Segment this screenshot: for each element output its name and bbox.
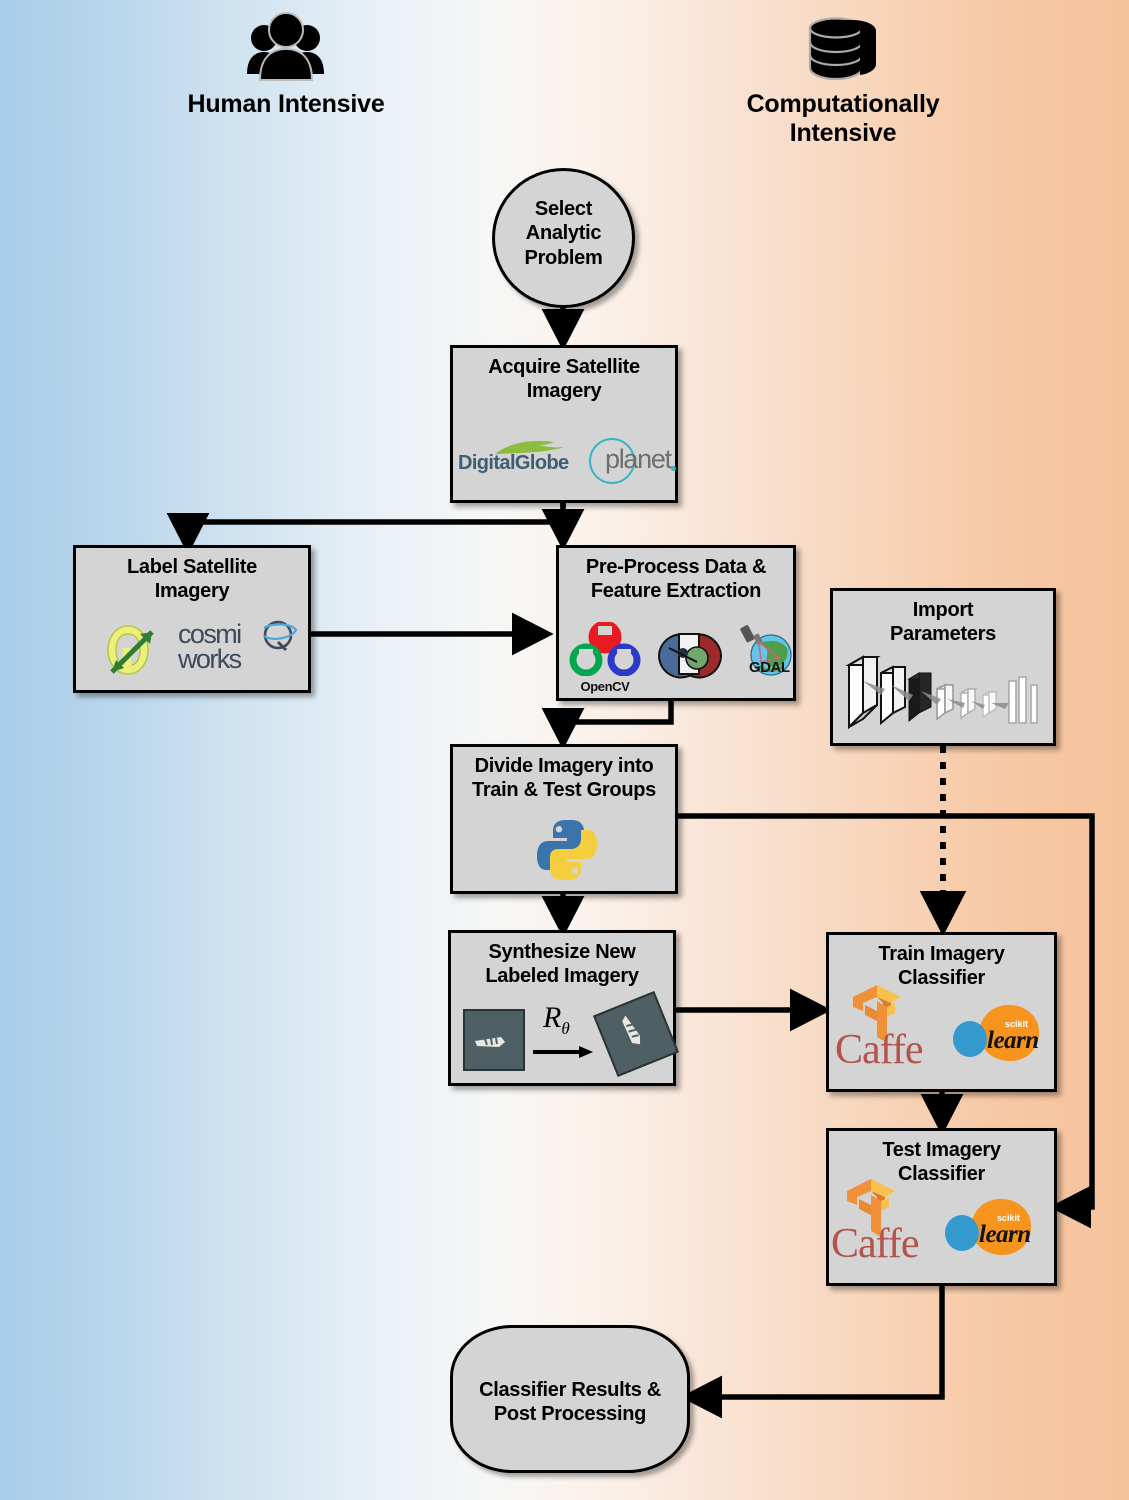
scikit-image-mark-icon [657, 633, 723, 679]
digitalglobe-swoosh-icon [495, 440, 564, 454]
planet-wordmark: planet [605, 444, 672, 474]
rotated-image-chip [593, 991, 679, 1077]
gdal-logo: GDAL [735, 622, 797, 683]
learn-word: learn [979, 1221, 1031, 1248]
transform-arrow-icon [533, 1046, 593, 1058]
node-train-imagery-classifier[interactable]: Train Imagery Classifier Caffe scikit le… [826, 932, 1057, 1092]
scikit-learn-logo: scikit learn [941, 1199, 1047, 1261]
node-acquire-satellite-imagery[interactable]: Acquire Satellite Imagery DigitalGlobe p… [450, 345, 678, 503]
rotation-operator-label: Rθ [543, 1001, 570, 1038]
header-right-label-line2: Intensive [789, 119, 897, 147]
edge-preprocess-to-divide [541, 701, 674, 750]
header-left-label: Human Intensive [187, 90, 385, 118]
opencv-logo: OpenCV [569, 620, 641, 694]
node-title-line1: Acquire Satellite [488, 356, 640, 378]
node-title-line1: Select [534, 198, 593, 220]
source-image-chip [463, 1009, 525, 1071]
node-title-line2: Feature Extraction [590, 580, 762, 603]
node-select-analytic-problem[interactable]: Select Analytic Problem [492, 168, 635, 308]
node-synthesize-labeled-imagery[interactable]: Synthesize New Labeled Imagery Rθ [448, 930, 679, 1086]
cosmiq-mark [107, 625, 154, 675]
scikit-learn-blue-dot-icon [945, 1215, 979, 1251]
diagram-canvas: Human Intensive Computationally Intensiv… [0, 0, 1129, 1500]
planet-dot-icon [671, 466, 676, 471]
cosmiq-q-icon [94, 620, 166, 685]
python-logo-icon [537, 820, 597, 880]
edge-acquire-to-label [166, 503, 566, 555]
node-import-parameters[interactable]: Import Parameters [830, 588, 1056, 746]
header-computationally-intensive: Computationally Intensive [718, 12, 968, 148]
header-right-label-line1: Computationally [746, 90, 940, 118]
node-title-line2: Labeled Imagery [485, 965, 639, 988]
node-title-line1: Pre-Process Data & [585, 556, 767, 578]
digitalglobe-logo: DigitalGlobe [458, 440, 569, 475]
node-title-line1: Import [912, 599, 974, 621]
node-title-line1: Divide Imagery into [474, 755, 654, 777]
node-title-line2: Train & Test Groups [472, 779, 656, 802]
node-title-line1: Train Imagery [878, 943, 1005, 965]
node-label-satellite-imagery[interactable]: Label Satellite Imagery cosmi works [73, 545, 311, 693]
people-icon [247, 12, 324, 81]
cosmiq-line2: works [178, 643, 242, 674]
header-human-intensive: Human Intensive [164, 12, 408, 119]
caffe-wordmark: Caffe [831, 1221, 920, 1267]
node-title-line1: Test Imagery [882, 1139, 1001, 1161]
node-preprocess-feature-extraction[interactable]: Pre-Process Data & Feature Extraction Op… [556, 545, 796, 701]
caffe-wordmark: Caffe [835, 1027, 924, 1073]
node-divide-imagery[interactable]: Divide Imagery into Train & Test Groups [450, 744, 678, 894]
scikit-learn-logo: scikit learn [949, 1005, 1055, 1067]
cosmiq-orbit-icon [263, 620, 298, 652]
node-title-line3: Problem [524, 246, 603, 269]
database-icon [808, 17, 876, 81]
planet-logo: planet [589, 436, 683, 484]
boat-thumbnail-icon [465, 1011, 519, 1065]
scikit-learn-blue-dot-icon [953, 1021, 987, 1057]
node-title-line1: Label Satellite [127, 556, 257, 578]
node-title-line2: Parameters [890, 623, 996, 646]
svg-text:GDAL: GDAL [749, 659, 790, 676]
node-title-line2: Imagery [154, 580, 230, 603]
cosmiq-works-wordmark: cosmi works [178, 621, 298, 674]
node-title-line2: Analytic [525, 222, 602, 245]
edge-test-to-results [680, 1285, 945, 1419]
rotated-boat-thumbnail-icon [595, 995, 672, 1071]
node-test-imagery-classifier[interactable]: Test Imagery Classifier Caffe scikit lea… [826, 1128, 1057, 1286]
node-title-line1: Classifier Results & [479, 1379, 661, 1401]
gdal-mark-icon: GDAL [740, 625, 792, 676]
opencv-mark-icon [569, 620, 641, 677]
node-title-line2: Post Processing [493, 1403, 647, 1426]
node-classifier-results[interactable]: Classifier Results & Post Processing [450, 1325, 690, 1473]
opencv-wordmark: OpenCV [580, 679, 630, 694]
node-title-line2: Imagery [526, 380, 602, 403]
neural-network-diagram-icon [845, 655, 1038, 730]
scikit-image-logo [651, 626, 729, 691]
node-title-line1: Synthesize New [488, 941, 636, 963]
learn-word: learn [987, 1027, 1039, 1054]
